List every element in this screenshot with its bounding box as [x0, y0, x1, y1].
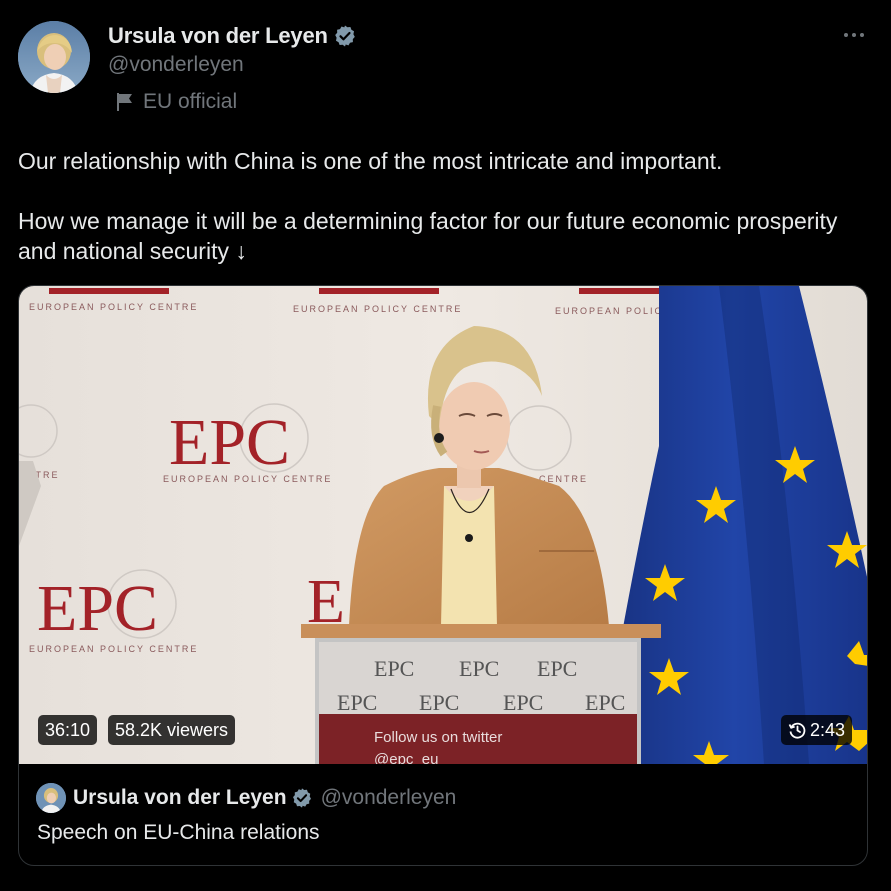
svg-text:@epc_eu: @epc_eu	[374, 751, 438, 764]
replay-clock-icon	[788, 722, 806, 739]
video-duration-badge: 36:10	[38, 715, 98, 745]
author-handle[interactable]: @vonderleyen	[108, 53, 244, 77]
more-options-button[interactable]	[838, 22, 870, 48]
svg-text:EPC: EPC	[459, 656, 499, 681]
more-dots-icon	[844, 33, 864, 37]
svg-text:EUROPEAN POLICY CENTRE: EUROPEAN POLICY CENTRE	[293, 304, 462, 314]
quoted-author-name[interactable]: Ursula von der Leyen	[73, 786, 287, 810]
quoted-author-handle[interactable]: @vonderleyen	[321, 786, 457, 810]
quoted-author-row[interactable]: Ursula von der Leyen @vonderleyen	[36, 783, 456, 813]
svg-text:EUROPEAN POLICY CENTRE: EUROPEAN POLICY CENTRE	[29, 644, 198, 654]
profile-photo	[36, 783, 66, 813]
video-frame: EPC EUROPEAN POLICY CENTRE EPC EUROPEAN …	[19, 286, 867, 764]
svg-text:EPC: EPC	[374, 656, 414, 681]
quoted-post[interactable]	[19, 764, 867, 865]
svg-text:EPC: EPC	[419, 690, 459, 715]
quoted-post-text: Speech on EU-China relations	[37, 821, 320, 844]
profile-photo	[18, 21, 90, 93]
podium: EPC EPC EPC EPC EPC EPC EPC Follow us on…	[301, 624, 661, 764]
video-player[interactable]: EPC EUROPEAN POLICY CENTRE EPC EUROPEAN …	[19, 286, 867, 764]
svg-text:EPC: EPC	[585, 690, 625, 715]
svg-text:EPC: EPC	[37, 572, 158, 645]
video-quote-card[interactable]: EPC EUROPEAN POLICY CENTRE EPC EUROPEAN …	[18, 285, 868, 866]
svg-text:Follow us on twitter: Follow us on twitter	[374, 729, 502, 746]
verified-badge-icon	[292, 788, 311, 808]
affiliation-text: EU official	[143, 90, 238, 113]
svg-text:EPC: EPC	[169, 406, 290, 479]
tweet-paragraph: How we manage it will be a determining f…	[18, 208, 838, 264]
verified-badge-icon	[334, 25, 355, 47]
tweet-body: Our relationship with China is one of th…	[18, 146, 868, 266]
replay-time: 2:43	[809, 720, 845, 740]
author-name[interactable]: Ursula von der Leyen	[108, 23, 328, 49]
svg-text:EPC: EPC	[503, 690, 543, 715]
replay-badge[interactable]: 2:43	[780, 715, 852, 745]
tweet-paragraph: Our relationship with China is one of th…	[18, 148, 723, 174]
author-avatar[interactable]	[18, 21, 90, 93]
flag-icon	[117, 93, 132, 111]
quoted-author-avatar[interactable]	[36, 783, 66, 813]
author-name-row[interactable]: Ursula von der Leyen	[108, 22, 357, 50]
svg-text:EUROPEAN POLICY CENTRE: EUROPEAN POLICY CENTRE	[163, 474, 332, 484]
svg-text:EPC: EPC	[537, 656, 577, 681]
svg-text:EPC: EPC	[337, 690, 377, 715]
affiliation-label: EU official	[116, 88, 237, 116]
svg-text:EUROPEAN POLICY CENTRE: EUROPEAN POLICY CENTRE	[29, 302, 198, 312]
viewers-badge: 58.2K viewers	[108, 715, 236, 745]
